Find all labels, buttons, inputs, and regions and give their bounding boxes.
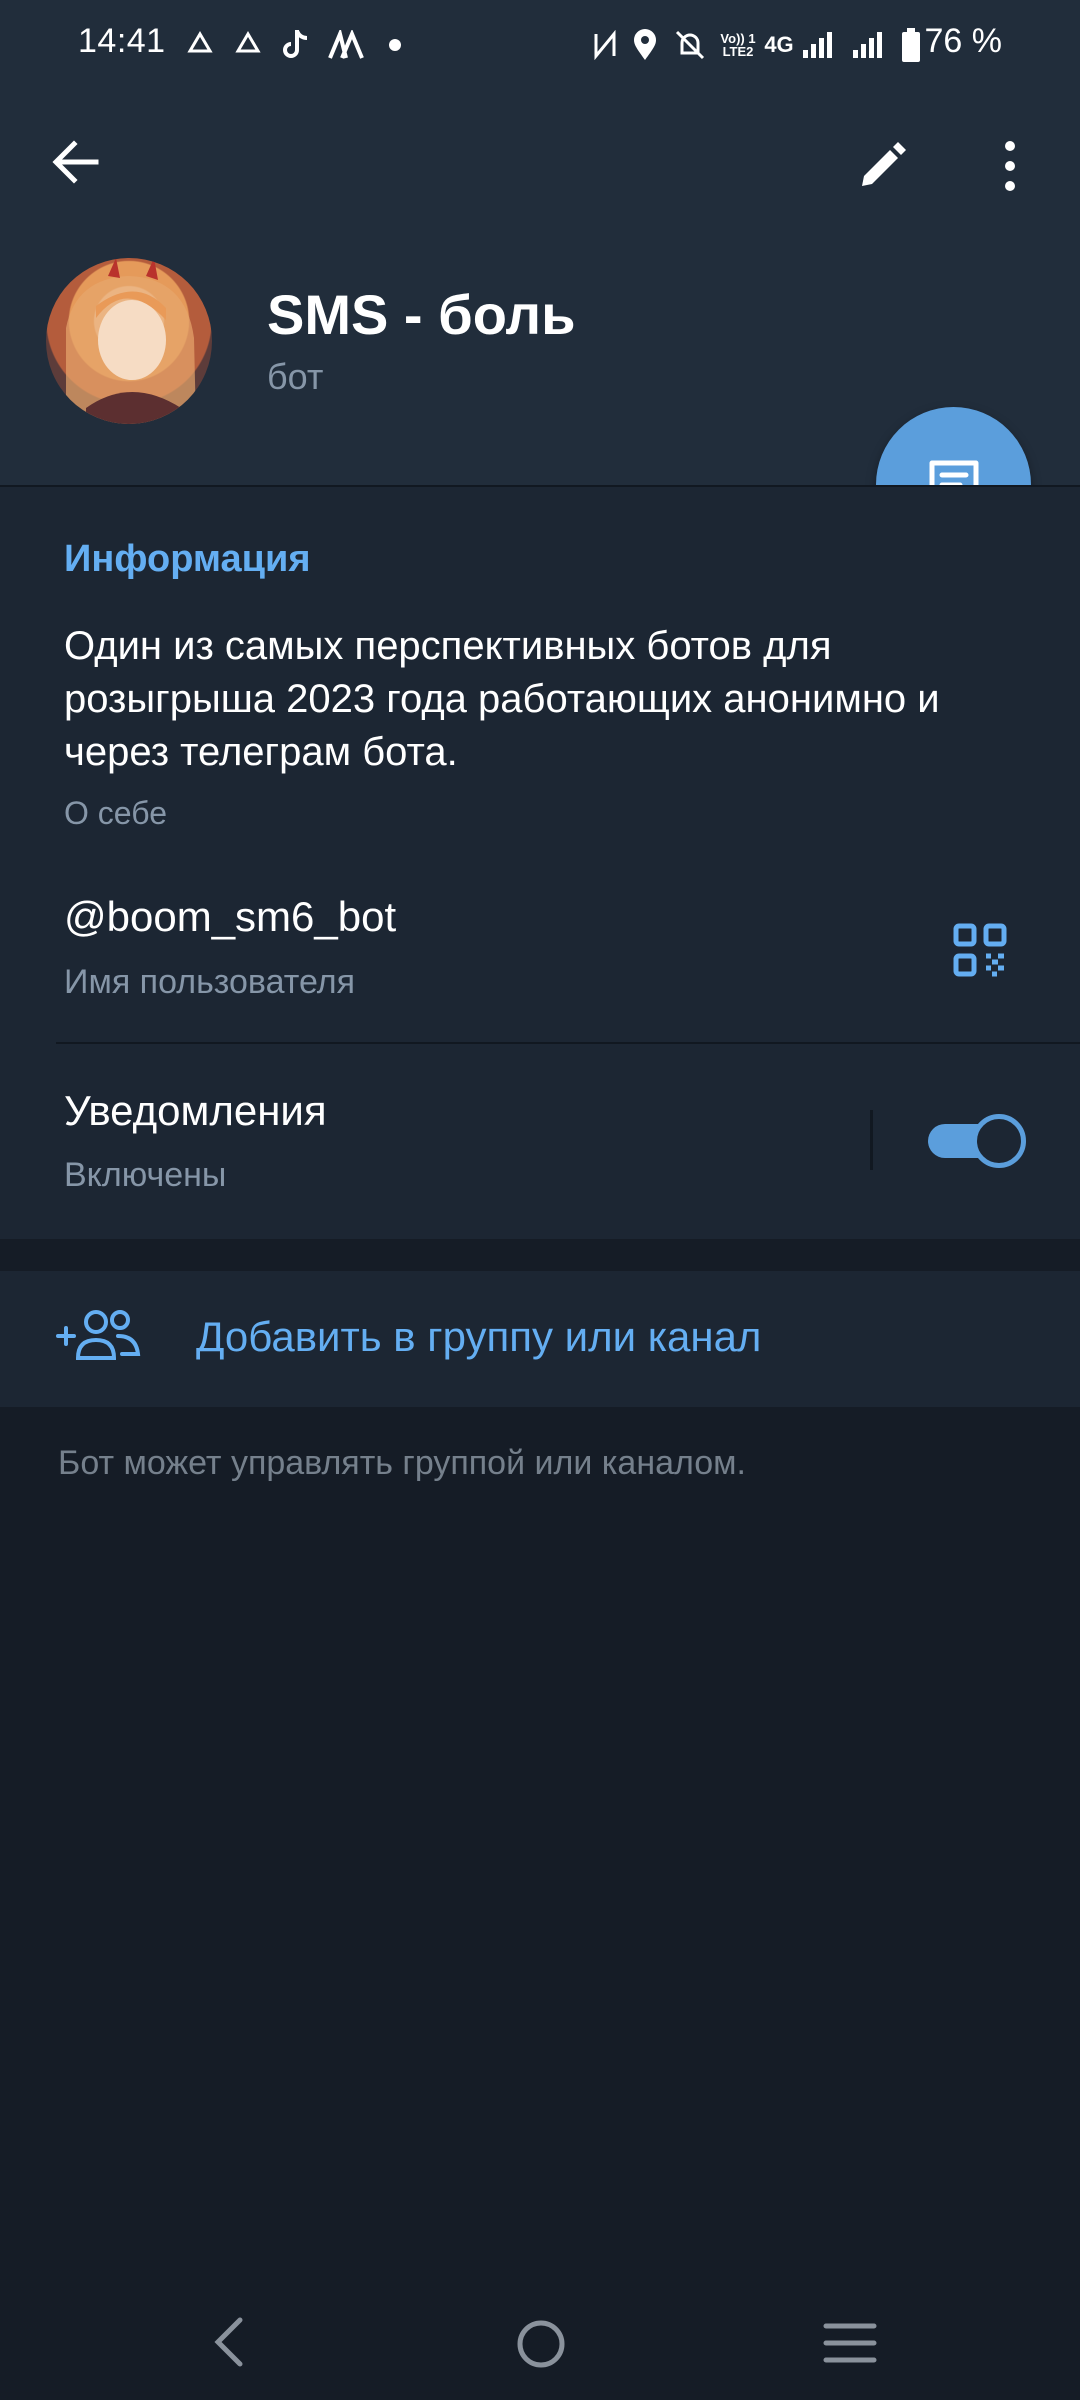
nfc-icon bbox=[590, 26, 620, 64]
qr-code-icon[interactable] bbox=[952, 922, 1008, 978]
sync-icon bbox=[180, 26, 220, 64]
location-icon bbox=[630, 26, 660, 64]
add-user-group-icon bbox=[56, 1306, 142, 1366]
notifications-value: Включены bbox=[64, 1156, 227, 1194]
pencil-icon[interactable] bbox=[850, 134, 914, 198]
username-value[interactable]: @boom_sm6_bot bbox=[64, 893, 396, 941]
section-title: Информация bbox=[64, 538, 311, 580]
arrow-left-icon[interactable] bbox=[44, 130, 108, 194]
nav-recents-icon[interactable] bbox=[822, 2320, 878, 2366]
app-icon bbox=[324, 26, 368, 64]
divider bbox=[870, 1110, 873, 1170]
battery-icon bbox=[898, 26, 924, 64]
nav-home-icon[interactable] bbox=[513, 2316, 569, 2372]
status-time: 14:41 bbox=[78, 22, 166, 60]
tiktok-icon bbox=[276, 26, 316, 64]
bio-text[interactable]: Один из самых перспективных ботов для ро… bbox=[64, 620, 1024, 779]
divider bbox=[56, 1042, 1080, 1044]
signal-icon bbox=[798, 26, 838, 64]
sync-icon bbox=[228, 26, 268, 64]
avatar[interactable] bbox=[46, 258, 212, 424]
4g-icon: 4G bbox=[764, 32, 794, 57]
dot-icon bbox=[380, 26, 410, 64]
username-label: Имя пользователя bbox=[64, 963, 355, 1001]
add-to-group-label: Добавить в группу или канал bbox=[196, 1313, 762, 1360]
nav-back-icon[interactable] bbox=[204, 2312, 254, 2372]
battery-percentage: 76 % bbox=[924, 22, 1003, 60]
toggle-knob bbox=[972, 1114, 1026, 1168]
add-to-group-hint: Бот может управлять группой или каналом. bbox=[58, 1444, 746, 1482]
signal-icon bbox=[848, 26, 888, 64]
notifications-toggle[interactable] bbox=[928, 1114, 1026, 1168]
notifications-title[interactable]: Уведомления bbox=[64, 1087, 327, 1135]
volte-icon: Vo)) 1 LTE2 bbox=[720, 31, 756, 59]
bio-label: О себе bbox=[64, 795, 167, 831]
mute-icon bbox=[672, 26, 708, 64]
more-vertical-icon[interactable] bbox=[986, 134, 1034, 198]
profile-status: бот bbox=[267, 356, 324, 397]
profile-name: SMS - боль bbox=[267, 283, 576, 346]
